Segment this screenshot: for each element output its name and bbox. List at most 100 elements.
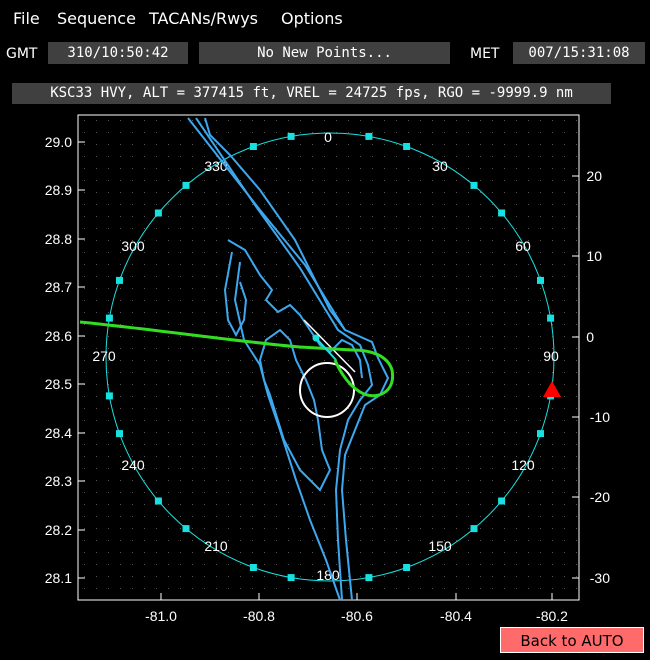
- grid-dot: [432, 420, 433, 421]
- grid-dot: [372, 276, 373, 277]
- grid-dot: [192, 132, 193, 133]
- grid-dot: [288, 216, 289, 217]
- grid-dot: [384, 228, 385, 229]
- grid-dot: [396, 456, 397, 457]
- compass-label: 90: [543, 348, 559, 364]
- grid-dot: [228, 192, 229, 193]
- grid-dot: [324, 504, 325, 505]
- grid-dot: [96, 504, 97, 505]
- grid-dot: [120, 120, 121, 121]
- grid-dot: [108, 264, 109, 265]
- grid-dot: [192, 396, 193, 397]
- grid-dot: [144, 528, 145, 529]
- grid-dot: [444, 420, 445, 421]
- grid-dot: [192, 120, 193, 121]
- grid-dot: [552, 312, 553, 313]
- grid-dot: [108, 516, 109, 517]
- grid-dot: [456, 552, 457, 553]
- grid-dot: [408, 180, 409, 181]
- grid-dot: [432, 192, 433, 193]
- grid-dot: [192, 240, 193, 241]
- grid-dot: [180, 216, 181, 217]
- grid-dot: [576, 408, 577, 409]
- grid-dot: [84, 588, 85, 589]
- grid-dot: [540, 564, 541, 565]
- grid-dot: [300, 408, 301, 409]
- grid-dot: [288, 432, 289, 433]
- grid-dot: [96, 228, 97, 229]
- grid-dot: [108, 252, 109, 253]
- back-to-auto-button[interactable]: Back to AUTO: [500, 627, 644, 653]
- grid-dot: [444, 564, 445, 565]
- grid-dot: [516, 336, 517, 337]
- grid-dot: [96, 192, 97, 193]
- grid-dot: [456, 204, 457, 205]
- grid-dot: [324, 492, 325, 493]
- grid-dot: [360, 528, 361, 529]
- grid-dot: [444, 240, 445, 241]
- grid-dot: [204, 456, 205, 457]
- grid-dot: [492, 300, 493, 301]
- grid-dot: [384, 480, 385, 481]
- grid-dot: [552, 528, 553, 529]
- grid-dot: [156, 360, 157, 361]
- grid-dot: [456, 156, 457, 157]
- grid-dot: [396, 576, 397, 577]
- y-left-tick-label: 28.1: [45, 570, 72, 586]
- grid-dot: [168, 180, 169, 181]
- grid-dot: [312, 180, 313, 181]
- grid-dot: [480, 312, 481, 313]
- grid-dot: [384, 252, 385, 253]
- grid-dot: [408, 432, 409, 433]
- grid-dot: [492, 360, 493, 361]
- grid-dot: [324, 180, 325, 181]
- grid-dot: [564, 216, 565, 217]
- grid-dot: [372, 324, 373, 325]
- grid-dot: [264, 456, 265, 457]
- grid-dot: [108, 504, 109, 505]
- grid-dot: [240, 336, 241, 337]
- grid-dot: [456, 132, 457, 133]
- grid-dot: [156, 408, 157, 409]
- grid-dot: [336, 192, 337, 193]
- grid-dot: [108, 420, 109, 421]
- grid-dot: [324, 432, 325, 433]
- grid-dot: [468, 144, 469, 145]
- grid-dot: [564, 180, 565, 181]
- grid-dot: [216, 312, 217, 313]
- grid-dot: [156, 420, 157, 421]
- grid-dot: [84, 468, 85, 469]
- grid-dot: [108, 588, 109, 589]
- grid-dot: [276, 408, 277, 409]
- grid-dot: [396, 168, 397, 169]
- grid-dot: [564, 420, 565, 421]
- grid-dot: [348, 516, 349, 517]
- grid-dot: [480, 540, 481, 541]
- grid-dot: [192, 300, 193, 301]
- grid-dot: [144, 132, 145, 133]
- grid-dot: [516, 564, 517, 565]
- grid-dot: [396, 120, 397, 121]
- grid-dot: [552, 492, 553, 493]
- grid-dot: [456, 288, 457, 289]
- grid-dot: [240, 456, 241, 457]
- grid-dot: [384, 324, 385, 325]
- grid-dot: [84, 264, 85, 265]
- grid-dot: [276, 576, 277, 577]
- grid-dot: [168, 276, 169, 277]
- grid-dot: [564, 576, 565, 577]
- grid-dot: [432, 528, 433, 529]
- grid-dot: [468, 552, 469, 553]
- grid-dot: [240, 372, 241, 373]
- grid-dot: [156, 588, 157, 589]
- grid-dot: [480, 360, 481, 361]
- grid-dot: [84, 348, 85, 349]
- grid-dot: [228, 336, 229, 337]
- grid-dot: [348, 492, 349, 493]
- grid-dot: [312, 360, 313, 361]
- grid-dot: [180, 228, 181, 229]
- grid-dot: [492, 312, 493, 313]
- grid-dot: [504, 300, 505, 301]
- grid-dot: [408, 492, 409, 493]
- grid-dot: [120, 132, 121, 133]
